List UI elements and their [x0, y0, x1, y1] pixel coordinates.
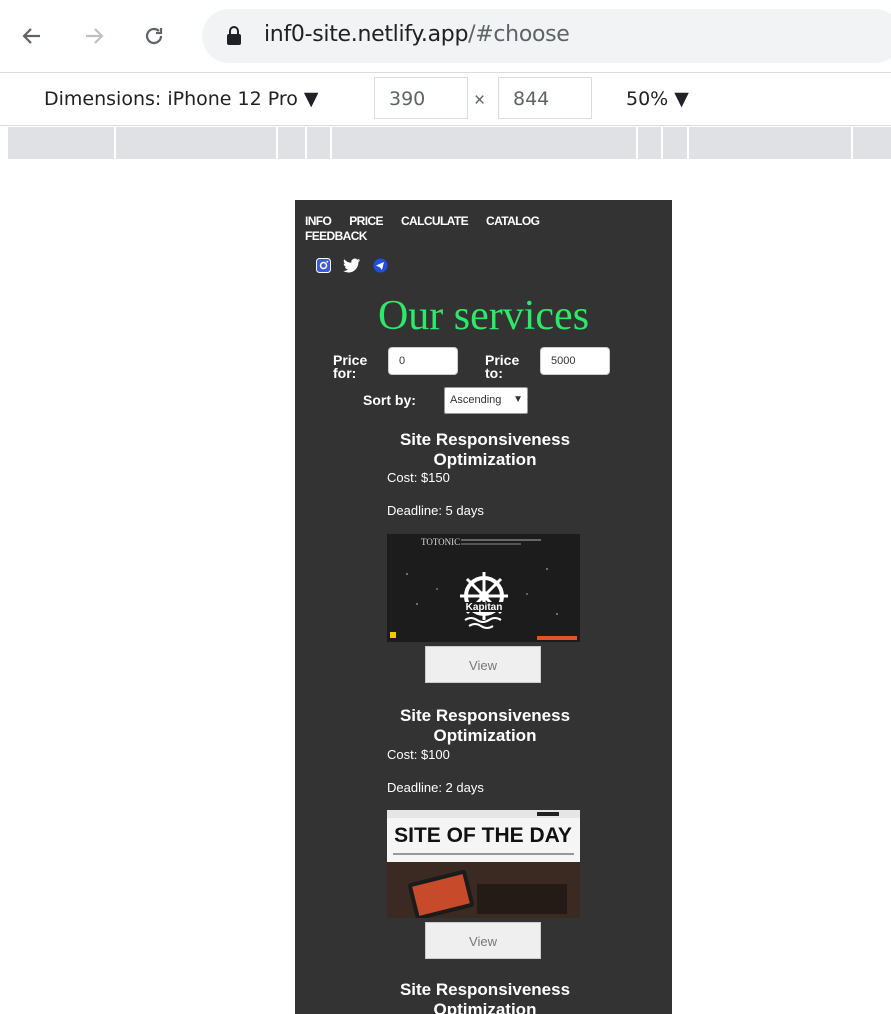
reload-button[interactable] — [136, 18, 172, 54]
nav-info[interactable]: INFO — [305, 214, 332, 228]
social-links — [316, 258, 388, 273]
kapitan-preview-image: TOTONIC Kapitan — [387, 534, 580, 642]
price-for-label: Price for: — [333, 352, 368, 381]
zoom-dropdown[interactable]: 50% ▼ — [626, 88, 689, 110]
card-image-caption: SITE OF THE DAY — [394, 824, 572, 847]
browser-toolbar: inf0-site.netlify.app/#choose — [0, 0, 891, 72]
height-input[interactable]: 844 — [498, 77, 592, 119]
nav-feedback[interactable]: FEEDBACK — [305, 229, 367, 243]
media-query-ruler[interactable] — [8, 127, 891, 159]
url-host: inf0-site.netlify.app — [264, 22, 469, 47]
device-toolbar: Dimensions: iPhone 12 Pro ▼ 390 × 844 50… — [0, 72, 891, 126]
card-deadline: Deadline: 2 days — [387, 780, 484, 795]
twitter-icon[interactable] — [343, 258, 361, 273]
card-image: TOTONIC Kapitan — [387, 534, 580, 642]
view-button[interactable]: View — [425, 646, 541, 683]
telegram-icon[interactable] — [373, 258, 388, 273]
device-screen: INFO PRICE CALCULATE CATALOG FEEDBACK Our se… — [295, 200, 672, 1014]
card-title: Site Responsiveness Optimization — [399, 430, 571, 469]
arrow-left-icon — [22, 28, 40, 44]
card-title: Site Responsiveness Optimization — [399, 706, 571, 745]
arrow-right-icon — [86, 28, 104, 44]
instagram-icon[interactable] — [316, 258, 331, 273]
view-button[interactable]: View — [425, 922, 541, 959]
sort-select[interactable]: Ascending ▼ — [444, 387, 528, 414]
card-cost: Cost: $150 — [387, 470, 450, 485]
nav-calculate[interactable]: CALCULATE — [401, 214, 469, 228]
price-to-label: Price to: — [485, 352, 520, 381]
page-title: Our services — [377, 293, 590, 339]
card-cost: Cost: $100 — [387, 747, 450, 762]
width-input[interactable]: 390 — [374, 77, 468, 119]
sort-label: Sort by: — [363, 392, 416, 408]
card-image: SITE OF THE DAY — [387, 810, 580, 918]
svg-text:TOTONIC: TOTONIC — [421, 537, 460, 547]
address-bar[interactable]: inf0-site.netlify.app/#choose — [202, 9, 891, 63]
nav-catalog[interactable]: CATALOG — [486, 214, 540, 228]
url-path: /#choose — [468, 22, 570, 47]
dimensions-dropdown[interactable]: Dimensions: iPhone 12 Pro ▼ — [44, 88, 319, 110]
price-to-input[interactable]: 5000 — [540, 347, 610, 375]
site-nav: INFO PRICE CALCULATE CATALOG FEEDBACK — [305, 214, 595, 244]
reload-icon — [145, 27, 163, 45]
back-button[interactable] — [14, 18, 50, 54]
nav-price[interactable]: PRICE — [349, 214, 383, 228]
forward-button[interactable] — [76, 18, 112, 54]
price-for-input[interactable]: 0 — [388, 347, 458, 375]
url-text: inf0-site.netlify.app/#choose — [264, 22, 570, 47]
lock-icon — [227, 26, 241, 45]
card-title: Site Responsiveness Optimization — [399, 980, 571, 1014]
chevron-down-icon: ▼ — [513, 394, 523, 405]
card-image-caption: Kapitan — [466, 602, 503, 613]
times-sign: × — [474, 90, 486, 111]
sort-value: Ascending — [450, 394, 502, 406]
card-deadline: Deadline: 5 days — [387, 503, 484, 518]
site-of-the-day-preview-image: SITE OF THE DAY — [387, 810, 580, 918]
